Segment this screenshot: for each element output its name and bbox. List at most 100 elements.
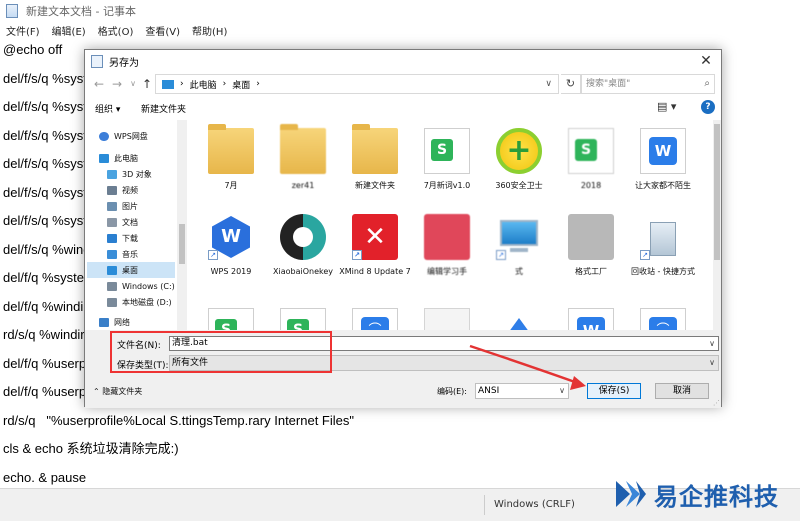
document-icon <box>107 217 117 227</box>
app-icon <box>496 308 542 330</box>
watermark-logo-icon <box>616 481 646 507</box>
cube-icon <box>107 169 117 179</box>
view-options-icon[interactable]: ▤ ▾ <box>657 100 676 113</box>
nav-label: Windows (C:) <box>122 281 175 291</box>
resize-grip-icon[interactable]: ⋰ <box>713 399 720 407</box>
text-line: rd/s/q "%userprofile%Local S.ttingsTemp.… <box>3 412 354 428</box>
nav-scrollbar-thumb[interactable] <box>179 224 185 264</box>
file-item[interactable]: zer41 <box>267 124 339 191</box>
nav-item-videos[interactable]: 视频 <box>107 182 138 198</box>
file-item[interactable]: 编辑学习手 <box>411 214 483 277</box>
picture-icon <box>107 201 117 211</box>
file-item[interactable]: XiaobaiOnekey <box>267 214 339 277</box>
document-icon <box>424 308 470 330</box>
nav-item-documents[interactable]: 文档 <box>107 214 138 230</box>
nav-item-pictures[interactable]: 图片 <box>107 198 138 214</box>
video-icon <box>107 185 117 195</box>
file-item[interactable]: 7月 <box>195 124 267 191</box>
chevron-down-icon[interactable]: ∨ <box>709 337 715 350</box>
nav-item-drive-d[interactable]: 本地磁盘 (D:) <box>107 294 172 310</box>
breadcrumb-sep-icon: › <box>180 79 184 89</box>
file-label: XMind 8 Update 7 <box>339 267 411 276</box>
file-item[interactable] <box>411 308 483 330</box>
nav-item-wps-cloud[interactable]: WPS网盘 <box>99 128 148 144</box>
file-item[interactable]: ✕ ↗ XMind 8 Update 7 <box>339 214 411 277</box>
hide-folders-label: 隐藏文件夹 <box>102 387 143 396</box>
file-label: 编辑学习手 <box>427 267 467 276</box>
breadcrumb-sep-icon: › <box>256 79 260 89</box>
chevron-down-icon[interactable]: ∨ <box>709 356 715 370</box>
address-bar[interactable]: › 此电脑 › 桌面 › ∨ <box>155 74 559 94</box>
organize-button[interactable]: 组织 ▾ <box>95 102 120 115</box>
nav-label: 网络 <box>114 317 130 327</box>
app-icon: ⌒ <box>640 308 686 330</box>
spreadsheet-icon: S <box>424 128 470 174</box>
nav-item-3d-objects[interactable]: 3D 对象 <box>107 166 152 182</box>
encoding-select[interactable]: ANSI ∨ <box>475 383 569 399</box>
shortcut-arrow-icon: ↗ <box>208 250 218 260</box>
help-icon[interactable]: ? <box>701 100 715 114</box>
back-arrow-icon[interactable]: ← <box>91 76 107 92</box>
file-item[interactable]: ↗ 回收站 - 快捷方式 <box>627 214 699 277</box>
shortcut-arrow-icon: ↗ <box>640 250 650 260</box>
file-item[interactable]: 新建文件夹 <box>339 124 411 191</box>
save-button[interactable]: 保存(S) <box>587 383 641 399</box>
up-arrow-icon[interactable]: ↑ <box>139 76 155 92</box>
file-scrollbar-thumb[interactable] <box>714 124 720 260</box>
file-item[interactable]: ⌒ <box>627 308 699 330</box>
file-label: 7月新词v1.0 <box>423 181 471 190</box>
file-item[interactable]: 360安全卫士 <box>483 128 555 191</box>
nav-item-desktop[interactable]: 桌面 <box>87 262 175 278</box>
breadcrumb-this-pc[interactable]: 此电脑 <box>190 78 217 91</box>
file-item[interactable]: ↗ 式 <box>483 214 555 277</box>
file-item[interactable]: W 让大家都不陌生 <box>627 128 699 191</box>
chevron-down-icon[interactable]: ∨ <box>559 384 565 398</box>
close-button[interactable]: ✕ <box>697 52 715 70</box>
computer-icon: ↗ <box>496 214 542 260</box>
forward-arrow-icon[interactable]: → <box>109 76 125 92</box>
file-label: 新建文件夹 <box>355 181 395 190</box>
file-label: zer41 <box>291 181 315 190</box>
search-icon: ⌕ <box>704 78 710 89</box>
file-list-pane: 7月 zer41 新建文件夹 S 7月新词v1.0 360安全卫士 S 2018… <box>191 120 713 330</box>
file-item[interactable]: S <box>195 308 267 330</box>
nav-item-this-pc[interactable]: 此电脑 <box>99 150 138 166</box>
cancel-button[interactable]: 取消 <box>655 383 709 399</box>
address-dropdown-icon[interactable]: ∨ <box>545 79 552 89</box>
file-item[interactable]: S 7月新词v1.0 <box>411 128 483 191</box>
nav-scrollbar[interactable] <box>177 120 187 330</box>
file-item[interactable]: S 2018 <box>555 128 627 191</box>
computer-icon <box>99 153 109 163</box>
file-label: 7月 <box>224 181 238 190</box>
format-factory-icon <box>568 214 614 260</box>
spreadsheet-icon: S <box>208 308 254 330</box>
music-icon <box>107 249 117 259</box>
xiaobai-app-icon <box>280 214 326 260</box>
xmind-document-icon <box>424 214 470 260</box>
encoding-label: 编码(E): <box>437 387 467 396</box>
new-folder-button[interactable]: 新建文件夹 <box>141 102 186 115</box>
file-item[interactable]: W ↗ WPS 2019 <box>195 214 267 277</box>
file-item[interactable]: S <box>267 308 339 330</box>
file-item[interactable]: ⌒ <box>339 308 411 330</box>
file-item[interactable] <box>483 308 555 330</box>
nav-item-network[interactable]: 网络 <box>99 314 130 330</box>
file-item[interactable]: W <box>555 308 627 330</box>
nav-label: 此电脑 <box>114 153 138 163</box>
hide-folders-toggle[interactable]: ⌃ 隐藏文件夹 <box>93 386 142 397</box>
search-input[interactable]: 搜索"桌面" ⌕ <box>581 74 715 94</box>
file-scrollbar[interactable] <box>713 120 721 330</box>
breadcrumb-desktop[interactable]: 桌面 <box>232 78 250 91</box>
drive-icon <box>107 297 117 307</box>
nav-item-downloads[interactable]: 下载 <box>107 230 138 246</box>
notepad-title: 新建文本文档 - 记事本 <box>26 5 136 18</box>
nav-item-drive-c[interactable]: Windows (C:) <box>107 278 175 294</box>
dialog-titlebar: 另存为 <box>85 50 721 72</box>
desktop-icon <box>107 265 117 275</box>
xmind-app-icon: ✕ ↗ <box>352 214 398 260</box>
nav-label: 本地磁盘 (D:) <box>122 297 172 307</box>
dialog-toolbar: 组织 ▾ 新建文件夹 ▤ ▾ ? <box>85 98 721 120</box>
file-item[interactable]: 格式工厂 <box>555 214 627 277</box>
nav-item-music[interactable]: 音乐 <box>107 246 138 262</box>
refresh-icon[interactable]: ↻ <box>561 74 581 94</box>
